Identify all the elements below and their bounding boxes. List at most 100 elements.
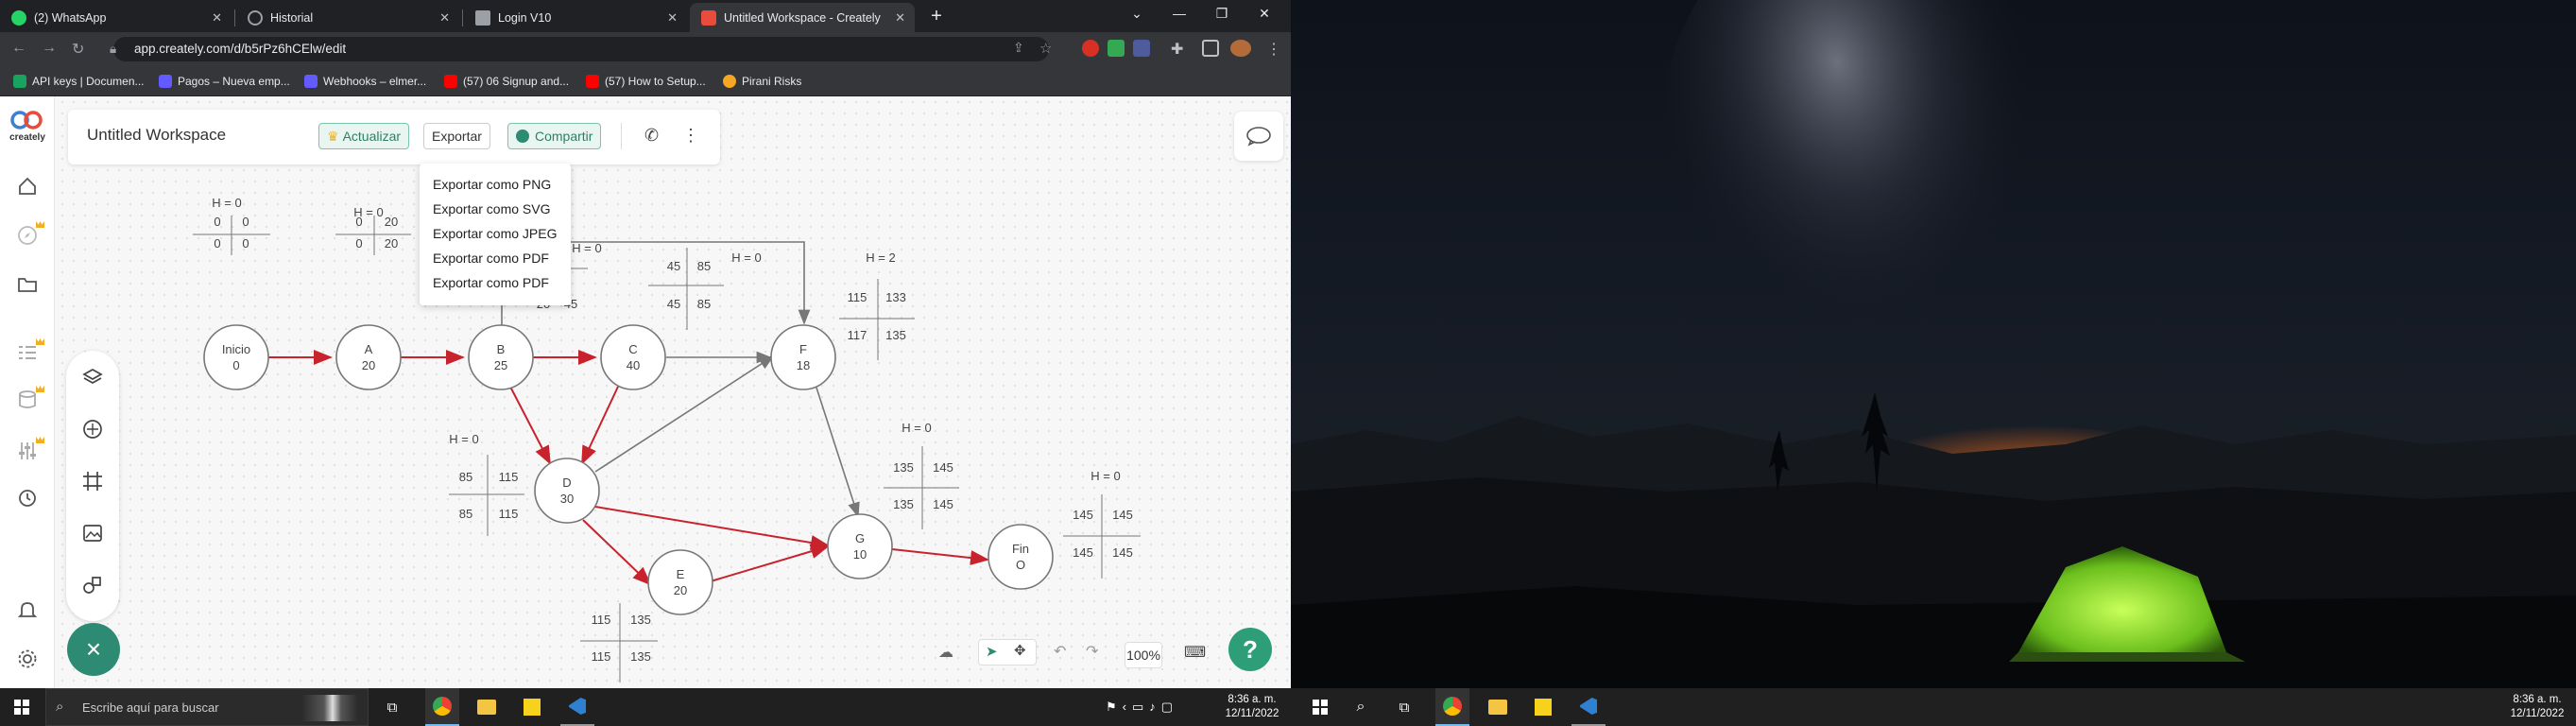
layers-icon[interactable] bbox=[79, 364, 106, 390]
image-icon[interactable] bbox=[79, 520, 106, 546]
clock[interactable]: 8:36 a. m. 12/11/2022 bbox=[1219, 693, 1285, 721]
menu-item-jpeg[interactable]: Exportar como JPEG bbox=[433, 226, 558, 241]
creately-canvas[interactable]: Inicio 0 A 20 B 25 C 40 D 30 E 20 F 18 G… bbox=[0, 96, 1291, 688]
history-icon[interactable] bbox=[15, 486, 40, 510]
edge-d-g[interactable] bbox=[594, 506, 830, 550]
workspace-title[interactable]: Untitled Workspace bbox=[87, 126, 226, 145]
node-d[interactable]: D 30 bbox=[534, 458, 600, 524]
edge-g-fin[interactable] bbox=[891, 548, 989, 566]
extension-icon[interactable] bbox=[1082, 40, 1099, 57]
forward-icon[interactable]: → bbox=[42, 40, 57, 57]
schedule-table[interactable]: H = 0 135 145 135 145 bbox=[884, 421, 959, 529]
extension-icon[interactable] bbox=[1133, 40, 1150, 57]
bookmark-item[interactable]: Webhooks – elmer... bbox=[304, 66, 426, 96]
node-inicio[interactable]: Inicio 0 bbox=[203, 324, 269, 390]
library-icon[interactable] bbox=[79, 572, 106, 598]
export-button[interactable]: Exportar bbox=[423, 123, 490, 149]
vscode-icon[interactable] bbox=[560, 688, 594, 726]
close-window-button[interactable]: ✕ bbox=[1245, 6, 1283, 22]
bookmark-item[interactable]: Pirani Risks bbox=[723, 66, 801, 96]
schedule-table[interactable]: H = 2 115 133 117 135 bbox=[839, 251, 915, 360]
bookmark-item[interactable]: (57) How to Setup... bbox=[586, 66, 706, 96]
edge-f-g[interactable] bbox=[816, 387, 860, 518]
comments-button[interactable] bbox=[1234, 112, 1283, 161]
extension-icon[interactable] bbox=[1108, 40, 1125, 57]
avatar[interactable] bbox=[1230, 40, 1251, 57]
task-view-icon[interactable]: ⧉ bbox=[378, 688, 406, 726]
menu-item-pdf[interactable]: Exportar como PDF bbox=[433, 251, 549, 266]
share-button[interactable]: Compartir bbox=[507, 123, 602, 149]
edge-d-e[interactable] bbox=[582, 519, 652, 586]
chrome-taskbar-icon[interactable] bbox=[425, 688, 459, 726]
schedule-table[interactable]: 45 85 45 85 bbox=[648, 248, 724, 330]
phone-icon[interactable]: ✆ bbox=[644, 126, 659, 146]
node-g[interactable]: G 10 bbox=[827, 513, 893, 579]
creately-logo[interactable] bbox=[7, 110, 48, 130]
restore-button[interactable]: ❐ bbox=[1203, 6, 1241, 22]
vscode-icon-2[interactable] bbox=[1571, 688, 1606, 726]
schedule-table[interactable]: H = 0 bbox=[731, 251, 761, 265]
bookmark-item[interactable]: Pagos – Nueva emp... bbox=[159, 66, 290, 96]
menu-item-png[interactable]: Exportar como PNG bbox=[433, 177, 551, 192]
reload-icon[interactable]: ↻ bbox=[72, 40, 84, 59]
node-f[interactable]: F 18 bbox=[770, 324, 836, 390]
edge-e-g[interactable] bbox=[710, 544, 830, 582]
pan-tool-icon[interactable]: ✥ bbox=[1014, 642, 1026, 659]
clock-2[interactable]: 8:36 a. m. 12/11/2022 bbox=[2504, 693, 2570, 721]
node-fin[interactable]: Fin O bbox=[987, 524, 1054, 590]
close-icon[interactable]: ✕ bbox=[667, 10, 678, 26]
file-explorer-icon-2[interactable] bbox=[1481, 688, 1515, 726]
taskbar-search-box[interactable]: ⌕ Escribe aquí para buscar bbox=[45, 688, 369, 726]
close-icon[interactable]: ✕ bbox=[212, 10, 222, 26]
edge-b-d[interactable] bbox=[509, 386, 551, 465]
tab-historial[interactable]: Historial ✕ bbox=[236, 3, 459, 32]
shapes-icon[interactable] bbox=[79, 416, 106, 442]
schedule-table[interactable]: H = 0 0 0 0 0 bbox=[193, 196, 270, 255]
schedule-table[interactable]: H = 0 145 145 145 145 bbox=[1063, 469, 1141, 579]
menu-item-svg[interactable]: Exportar como SVG bbox=[433, 201, 551, 216]
keyboard-icon[interactable]: ⌨ bbox=[1184, 643, 1206, 662]
folder-icon[interactable] bbox=[15, 272, 40, 297]
redo-icon[interactable]: ↷ bbox=[1086, 642, 1098, 661]
frame-icon[interactable] bbox=[79, 468, 106, 494]
sticky-notes-icon-2[interactable] bbox=[1526, 688, 1560, 726]
edge-c-d[interactable] bbox=[581, 386, 619, 465]
bookmark-item[interactable]: (57) 06 Signup and... bbox=[444, 66, 569, 96]
upgrade-button[interactable]: ♛ Actualizar bbox=[318, 123, 410, 149]
schedule-table[interactable]: 115 135 115 135 bbox=[580, 603, 658, 683]
node-a[interactable]: A 20 bbox=[335, 324, 402, 390]
home-icon[interactable] bbox=[15, 174, 40, 199]
select-tool-icon[interactable]: ➤ bbox=[986, 643, 998, 660]
address-bar[interactable]: 🔒︎ app.creately.com/d/b5rPz6hCElw/edit bbox=[110, 37, 1049, 61]
tab-login[interactable]: Login V10 ✕ bbox=[464, 3, 687, 32]
menu-icon[interactable]: ⋮ bbox=[1266, 40, 1281, 59]
undo-icon[interactable]: ↶ bbox=[1054, 642, 1066, 661]
bookmark-star-icon[interactable]: ☆ bbox=[1039, 40, 1052, 57]
bell-icon[interactable] bbox=[15, 597, 40, 622]
menu-item-pdf-2[interactable]: Exportar como PDF bbox=[433, 275, 549, 290]
bookmark-item[interactable]: API keys | Documen... bbox=[13, 66, 145, 96]
tab-whatsapp[interactable]: (2) WhatsApp ✕ bbox=[0, 3, 232, 32]
tab-search-icon[interactable]: ⌄ bbox=[1118, 6, 1156, 22]
chrome-taskbar-icon-2[interactable] bbox=[1435, 688, 1469, 726]
tab-creately[interactable]: Untitled Workspace - Creately ✕ bbox=[690, 3, 915, 32]
new-tab-button[interactable]: + bbox=[923, 6, 950, 27]
file-explorer-icon[interactable] bbox=[470, 688, 504, 726]
node-e[interactable]: E 20 bbox=[647, 549, 713, 615]
share-page-icon[interactable]: ⇪ bbox=[1013, 40, 1024, 56]
sidepanel-icon[interactable] bbox=[1202, 40, 1219, 57]
close-icon[interactable]: ✕ bbox=[895, 10, 905, 26]
windows-start-icon[interactable] bbox=[0, 688, 43, 726]
more-icon[interactable]: ⋮ bbox=[682, 126, 699, 146]
back-icon[interactable]: ← bbox=[11, 40, 26, 57]
puzzle-icon[interactable]: ✚ bbox=[1171, 40, 1183, 59]
schedule-table[interactable]: H = 0 85 115 85 115 bbox=[449, 432, 524, 536]
node-c[interactable]: C 40 bbox=[600, 324, 666, 390]
schedule-table[interactable]: H = 0 0 20 0 20 bbox=[335, 205, 411, 255]
windows-start-icon-2[interactable] bbox=[1298, 688, 1342, 726]
zoom-level[interactable]: 100% bbox=[1125, 642, 1162, 668]
help-button[interactable]: ? bbox=[1228, 628, 1272, 671]
search-icon-2[interactable]: ⌕ bbox=[1344, 688, 1378, 726]
minimize-button[interactable]: — bbox=[1160, 6, 1198, 21]
task-view-icon-2[interactable]: ⧉ bbox=[1387, 688, 1421, 726]
